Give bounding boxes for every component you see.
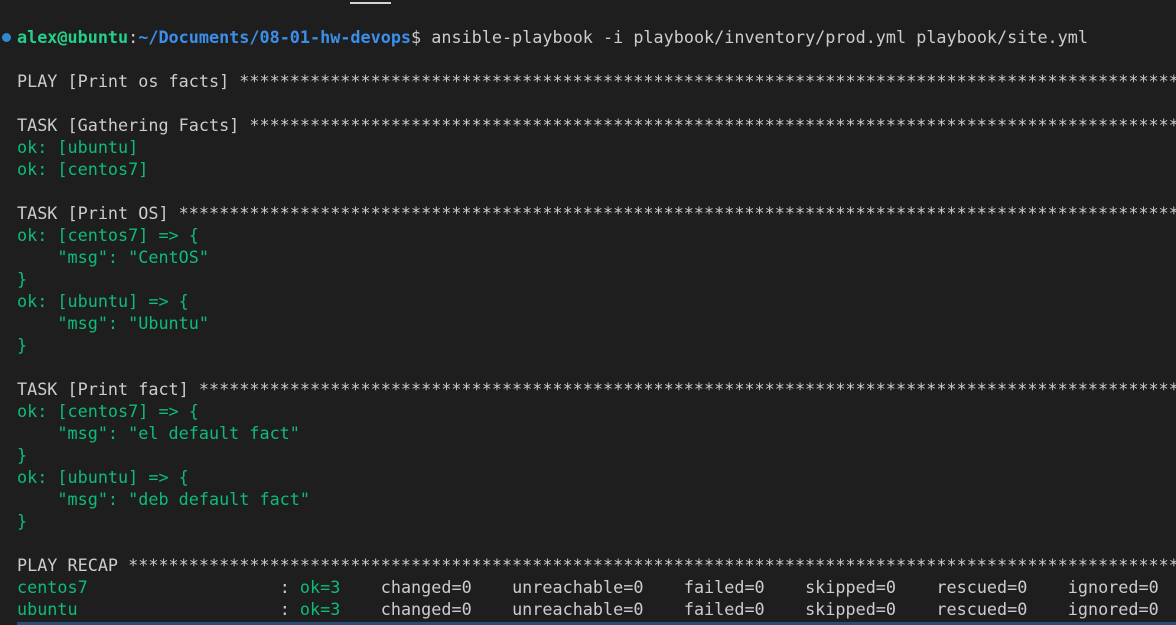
task-result-line: ok: [centos7] => { xyxy=(17,225,199,245)
recap-separator: : xyxy=(279,599,300,619)
task-result-line: } xyxy=(17,511,28,531)
task-result-line: ok: [centos7] => { xyxy=(17,401,199,421)
command-prompt-line: alex@ubuntu:~/Documents/08-01-hw-devops$… xyxy=(0,26,1176,48)
recap-stats: changed=0 unreachable=0 failed=0 skipped… xyxy=(340,577,1159,597)
recap-ok-count: ok=3 xyxy=(299,577,341,597)
recap-host: centos7 xyxy=(17,577,280,597)
task-result-msg: "msg": "el default fact" xyxy=(17,423,300,443)
task-header-gathering-facts: TASK [Gathering Facts] *****************… xyxy=(17,115,1176,135)
task-result-msg: "msg": "deb default fact" xyxy=(17,489,310,509)
recap-stats: changed=0 unreachable=0 failed=0 skipped… xyxy=(340,599,1159,619)
recap-row-ubuntu: ubuntu : ok=3 changed=0 unreachable=0 fa… xyxy=(0,598,1176,620)
recap-ok-count: ok=3 xyxy=(299,599,341,619)
task-result-line: } xyxy=(17,269,28,289)
task-header-print-fact: TASK [Print fact] **********************… xyxy=(17,379,1176,399)
task-result-msg: "msg": "CentOS" xyxy=(17,247,209,267)
recap-host: ubuntu xyxy=(17,599,280,619)
task-result-line: } xyxy=(17,335,28,355)
play-header: PLAY [Print os facts] ******************… xyxy=(17,71,1176,91)
tab-indicator xyxy=(350,2,391,4)
task-result-line: ok: [ubuntu] => { xyxy=(17,467,189,487)
command-text: ansible-playbook -i playbook/inventory/p… xyxy=(421,27,1088,47)
task-result-msg: "msg": "Ubuntu" xyxy=(17,313,209,333)
command-status-dot-icon[interactable] xyxy=(2,33,11,42)
task-result-line: ok: [centos7] xyxy=(17,159,149,179)
play-recap-header: PLAY RECAP *****************************… xyxy=(17,555,1176,575)
recap-row-centos7: centos7 : ok=3 changed=0 unreachable=0 f… xyxy=(0,576,1176,598)
terminal-window[interactable]: alex@ubuntu:~/Documents/08-01-hw-devops$… xyxy=(0,0,1176,625)
recap-separator: : xyxy=(279,577,300,597)
prompt-colon: : xyxy=(128,27,139,47)
task-header-print-os: TASK [Print OS] ************************… xyxy=(17,203,1176,223)
prompt-dollar: $ xyxy=(411,27,422,47)
prompt-path: ~/Documents/08-01-hw-devops xyxy=(138,27,412,47)
task-result-line: ok: [ubuntu] => { xyxy=(17,291,189,311)
prompt-user-host: alex@ubuntu xyxy=(17,27,129,47)
task-result-line: ok: [ubuntu] xyxy=(17,137,139,157)
terminal-output: alex@ubuntu:~/Documents/08-01-hw-devops$… xyxy=(0,26,1176,620)
task-result-line: } xyxy=(17,445,28,465)
